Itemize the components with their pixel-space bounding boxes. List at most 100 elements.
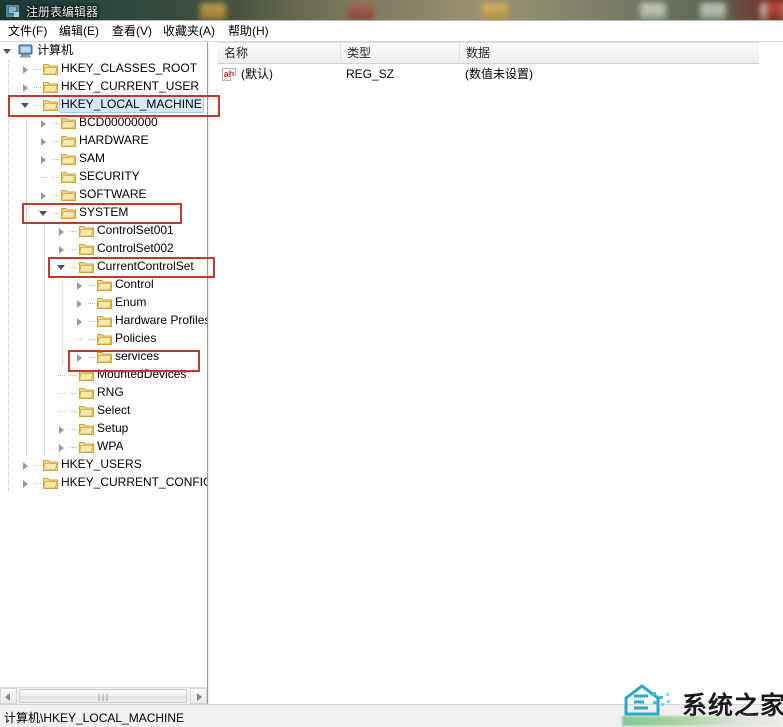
- expand-toggle-icon[interactable]: [36, 204, 52, 222]
- tree-node-label: ControlSet001: [97, 223, 174, 237]
- tree-node-currentcontrolset[interactable]: CurrentControlSet: [0, 258, 207, 276]
- expand-toggle-icon[interactable]: [54, 438, 70, 456]
- column-header-type[interactable]: 类型: [341, 43, 460, 64]
- tree-guide: [0, 186, 18, 204]
- watermark: 系统之家: [622, 682, 783, 726]
- expand-toggle-icon[interactable]: [36, 150, 52, 168]
- registry-editor-icon: [5, 3, 21, 19]
- tree-guide: [36, 276, 54, 294]
- expand-toggle-icon[interactable]: [18, 474, 34, 492]
- expand-toggle-icon[interactable]: [72, 312, 88, 330]
- tree-node-wpa[interactable]: WPA: [0, 438, 207, 456]
- expand-toggle-icon[interactable]: [54, 240, 70, 258]
- expand-toggle-icon[interactable]: [72, 294, 88, 312]
- tree-node-label: Control: [115, 277, 154, 291]
- tree-connector: [70, 258, 78, 276]
- tree-node-services[interactable]: services: [0, 348, 207, 366]
- tree-node-security[interactable]: SECURITY: [0, 168, 207, 186]
- menu-edit[interactable]: 编辑(E): [57, 24, 101, 39]
- scroll-right-arrow[interactable]: [190, 688, 207, 704]
- tree-horizontal-scrollbar[interactable]: [0, 687, 207, 704]
- tree-node-hardware-profiles[interactable]: Hardware Profiles: [0, 312, 207, 330]
- tree-connector: [70, 222, 78, 240]
- scroll-grip-icon: [98, 694, 108, 701]
- folder-icon: [96, 330, 113, 348]
- folder-icon: [42, 474, 59, 492]
- expand-toggle-icon[interactable]: [54, 222, 70, 240]
- expand-toggle-icon[interactable]: [54, 420, 70, 438]
- expand-toggle-icon[interactable]: [36, 114, 52, 132]
- tree-connector: [70, 420, 78, 438]
- tree-guide: [0, 168, 18, 186]
- registry-tree[interactable]: 计算机 HKEY_CLASSES_ROOT HKEY_CURRENT_USER HKE…: [0, 42, 207, 683]
- tree-node-label: services: [115, 349, 160, 363]
- folder-icon: [78, 366, 95, 384]
- tree-guide: [18, 150, 36, 168]
- tree-node-label: SAM: [79, 151, 106, 165]
- tree-node-policies[interactable]: Policies: [0, 330, 207, 348]
- tree-node-enum[interactable]: Enum: [0, 294, 207, 312]
- tree-node-controlset002[interactable]: ControlSet002: [0, 240, 207, 258]
- tree-node-rng[interactable]: RNG: [0, 384, 207, 402]
- folder-icon: [42, 456, 59, 474]
- folder-icon: [60, 150, 77, 168]
- expand-toggle-icon[interactable]: [18, 60, 34, 78]
- tree-guide: [36, 330, 54, 348]
- tree-node-mounteddevices[interactable]: MountedDevices: [0, 366, 207, 384]
- tree-node-setup[interactable]: Setup: [0, 420, 207, 438]
- tree-node-label: SECURITY: [79, 169, 140, 183]
- expand-toggle-icon[interactable]: [36, 186, 52, 204]
- tree-node-hkey-classes-root[interactable]: HKEY_CLASSES_ROOT: [0, 60, 207, 78]
- tree-guide: [0, 456, 18, 474]
- tree-node-software[interactable]: SOFTWARE: [0, 186, 207, 204]
- tree-node-controlset001[interactable]: ControlSet001: [0, 222, 207, 240]
- expand-toggle-icon[interactable]: [0, 42, 16, 60]
- tree-node-hkey-local-machine[interactable]: HKEY_LOCAL_MACHINE: [0, 96, 207, 114]
- column-header-data[interactable]: 数据: [460, 43, 759, 64]
- expand-toggle-icon[interactable]: [72, 276, 88, 294]
- folder-icon: [60, 132, 77, 150]
- tree-node-select[interactable]: Select: [0, 402, 207, 420]
- tree-guide: [36, 258, 54, 276]
- tree-guide: [0, 150, 18, 168]
- value-row-default[interactable]: ab (默认) REG_SZ (数值未设置): [218, 65, 759, 84]
- column-header-name[interactable]: 名称: [218, 43, 341, 64]
- menu-favorites[interactable]: 收藏夹(A): [161, 24, 217, 39]
- tree-guide: [36, 402, 54, 420]
- tree-guide: [18, 240, 36, 258]
- tree-node--[interactable]: 计算机: [0, 42, 207, 60]
- tree-node-hkey-users[interactable]: HKEY_USERS: [0, 456, 207, 474]
- expand-toggle-icon[interactable]: [18, 456, 34, 474]
- expand-toggle-icon[interactable]: [54, 258, 70, 276]
- watermark-band: [622, 716, 780, 726]
- menu-file[interactable]: 文件(F): [6, 24, 49, 39]
- tree-guide: [36, 312, 54, 330]
- tree-node-label: SOFTWARE: [79, 187, 147, 201]
- expand-toggle-icon[interactable]: [18, 78, 34, 96]
- tree-node-sam[interactable]: SAM: [0, 150, 207, 168]
- expand-toggle-icon[interactable]: [18, 96, 34, 114]
- expand-toggle-icon[interactable]: [72, 348, 88, 366]
- tree-guide: [0, 348, 18, 366]
- tree-node-hkey-current-config[interactable]: HKEY_CURRENT_CONFIG: [0, 474, 207, 492]
- desktop-blur-backdrop: [0, 0, 783, 21]
- expand-toggle-icon[interactable]: [36, 132, 52, 150]
- tree-guide: [18, 186, 36, 204]
- tree-guide: [0, 366, 18, 384]
- tree-node-hkey-current-user[interactable]: HKEY_CURRENT_USER: [0, 78, 207, 96]
- folder-icon: [78, 420, 95, 438]
- tree-guide: [18, 132, 36, 150]
- menu-help[interactable]: 帮助(H): [226, 24, 271, 39]
- menu-view[interactable]: 查看(V): [110, 24, 154, 39]
- tree-guide: [18, 366, 36, 384]
- tree-guide: [18, 348, 36, 366]
- tree-node-system[interactable]: SYSTEM: [0, 204, 207, 222]
- tree-guide: [18, 312, 36, 330]
- tree-node-hardware[interactable]: HARDWARE: [0, 132, 207, 150]
- folder-icon: [42, 96, 59, 114]
- tree-node-bcd00000000[interactable]: BCD00000000: [0, 114, 207, 132]
- tree-node-control[interactable]: Control: [0, 276, 207, 294]
- scroll-left-arrow[interactable]: [0, 688, 17, 704]
- scroll-thumb[interactable]: [19, 689, 187, 703]
- tree-node-label: Setup: [97, 421, 129, 435]
